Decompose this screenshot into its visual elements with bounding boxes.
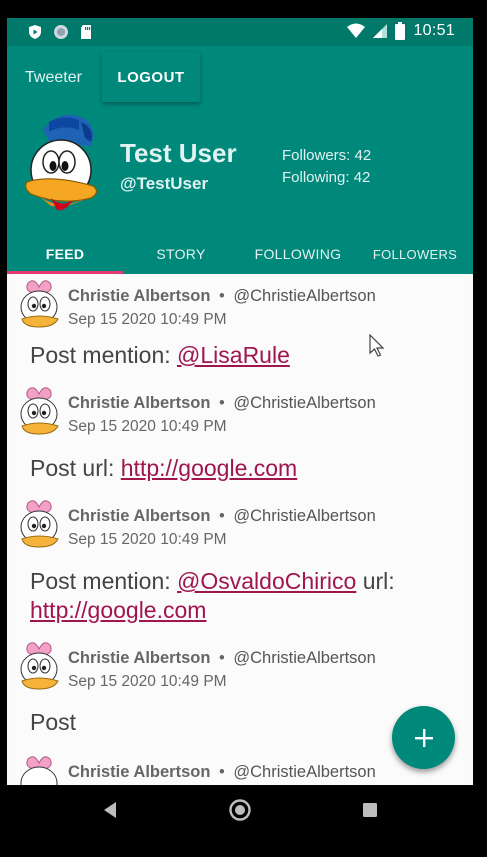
- recents-square-icon: [363, 803, 377, 817]
- plus-icon: [414, 728, 433, 747]
- profile-header: Tweeter LOGOUT Test User @TestUser Follo…: [7, 46, 473, 274]
- author-line: Christie Albertson • @ChristieAlbertson: [68, 763, 376, 782]
- post-text: Post mention: @OsvaldoChirico url: http:/…: [30, 567, 460, 625]
- tab-followers[interactable]: FOLLOWERS: [357, 234, 473, 274]
- author-name[interactable]: Christie Albertson: [68, 649, 210, 667]
- user-handle: @TestUser: [120, 174, 209, 193]
- post-body: Post mention:: [30, 568, 178, 594]
- author-handle[interactable]: @ChristieAlbertson: [233, 287, 375, 305]
- home-circle-icon: [229, 799, 251, 821]
- author-handle[interactable]: @ChristieAlbertson: [233, 394, 375, 412]
- tab-following[interactable]: FOLLOWING: [239, 234, 357, 274]
- user-name: Test User: [120, 138, 237, 168]
- tab-feed[interactable]: FEED: [7, 234, 123, 274]
- follow-stats: Followers: 42 Following: 42: [282, 145, 371, 189]
- status-item[interactable]: Christie Albertson • @ChristieAlbertson …: [11, 494, 469, 637]
- author-avatar: [20, 756, 58, 785]
- feed-list[interactable]: Christie Albertson • @ChristieAlbertson …: [7, 274, 473, 785]
- following-count: Following: 42: [282, 169, 371, 186]
- author-name[interactable]: Christie Albertson: [68, 507, 210, 525]
- author-line: Christie Albertson • @ChristieAlbertson: [68, 649, 376, 668]
- author-line: Christie Albertson • @ChristieAlbertson: [68, 507, 376, 526]
- navigation-bar: [0, 785, 487, 857]
- mouse-cursor-icon: [369, 334, 385, 357]
- system-icons: 10:51: [347, 22, 455, 40]
- post-body: Post mention:: [30, 342, 178, 368]
- app-screen: 10:51 Tweeter LOGOUT Test User @TestUser: [7, 18, 473, 785]
- separator-dot: •: [219, 763, 225, 781]
- home-button[interactable]: [222, 785, 258, 835]
- timestamp: Sep 15 2020 10:49 PM: [68, 418, 227, 435]
- author-handle[interactable]: @ChristieAlbertson: [233, 507, 375, 525]
- status-bar: 10:51: [7, 18, 473, 46]
- logout-button[interactable]: LOGOUT: [102, 52, 200, 102]
- author-avatar: [20, 387, 59, 435]
- url-link[interactable]: http://google.com: [121, 455, 297, 481]
- wifi-icon: [347, 23, 366, 38]
- separator-dot: •: [219, 649, 225, 667]
- post-body: Post url:: [30, 455, 121, 481]
- app-title: Tweeter: [25, 69, 82, 86]
- circle-icon: [54, 25, 68, 39]
- post-text: Post url: http://google.com: [30, 454, 297, 483]
- back-button[interactable]: [92, 785, 128, 835]
- status-item[interactable]: Christie Albertson • @ChristieAlbertson …: [11, 274, 469, 382]
- clock: 10:51: [413, 22, 455, 39]
- author-handle[interactable]: @ChristieAlbertson: [233, 649, 375, 667]
- status-item[interactable]: Christie Albertson • @ChristieAlbertson …: [11, 381, 469, 495]
- author-name[interactable]: Christie Albertson: [68, 287, 210, 305]
- sd-card-icon: [81, 25, 91, 39]
- author-avatar: [20, 280, 59, 328]
- author-handle[interactable]: @ChristieAlbertson: [233, 763, 375, 781]
- followers-count: Followers: 42: [282, 147, 372, 164]
- author-avatar: [20, 500, 59, 548]
- back-triangle-icon: [104, 802, 116, 818]
- compose-fab-button[interactable]: [392, 706, 455, 769]
- mention-link[interactable]: @LisaRule: [177, 342, 290, 368]
- timestamp: Sep 15 2020 10:49 PM: [68, 311, 227, 328]
- post-body-cont: url:: [356, 568, 395, 594]
- recents-button[interactable]: [352, 785, 388, 835]
- battery-icon: [395, 22, 406, 40]
- separator-dot: •: [219, 507, 225, 525]
- timestamp: Sep 15 2020 10:49 PM: [68, 531, 227, 548]
- author-name[interactable]: Christie Albertson: [68, 394, 210, 412]
- signal-icon: [373, 24, 388, 38]
- url-link[interactable]: http://google.com: [30, 597, 206, 623]
- notification-icons: [27, 24, 95, 40]
- user-avatar: [25, 114, 98, 211]
- separator-dot: •: [219, 287, 225, 305]
- post-text: Post mention: @LisaRule: [30, 341, 290, 370]
- tab-bar: FEED STORY FOLLOWING FOLLOWERS: [7, 234, 473, 274]
- mention-link[interactable]: @OsvaldoChirico: [177, 568, 356, 594]
- author-avatar: [20, 642, 59, 690]
- author-line: Christie Albertson • @ChristieAlbertson: [68, 287, 376, 306]
- separator-dot: •: [219, 394, 225, 412]
- tab-story[interactable]: STORY: [123, 234, 239, 274]
- author-name[interactable]: Christie Albertson: [68, 763, 210, 781]
- play-shield-icon: [29, 25, 41, 39]
- post-text: Post: [30, 709, 77, 735]
- timestamp: Sep 15 2020 10:49 PM: [68, 673, 227, 690]
- author-line: Christie Albertson • @ChristieAlbertson: [68, 394, 376, 413]
